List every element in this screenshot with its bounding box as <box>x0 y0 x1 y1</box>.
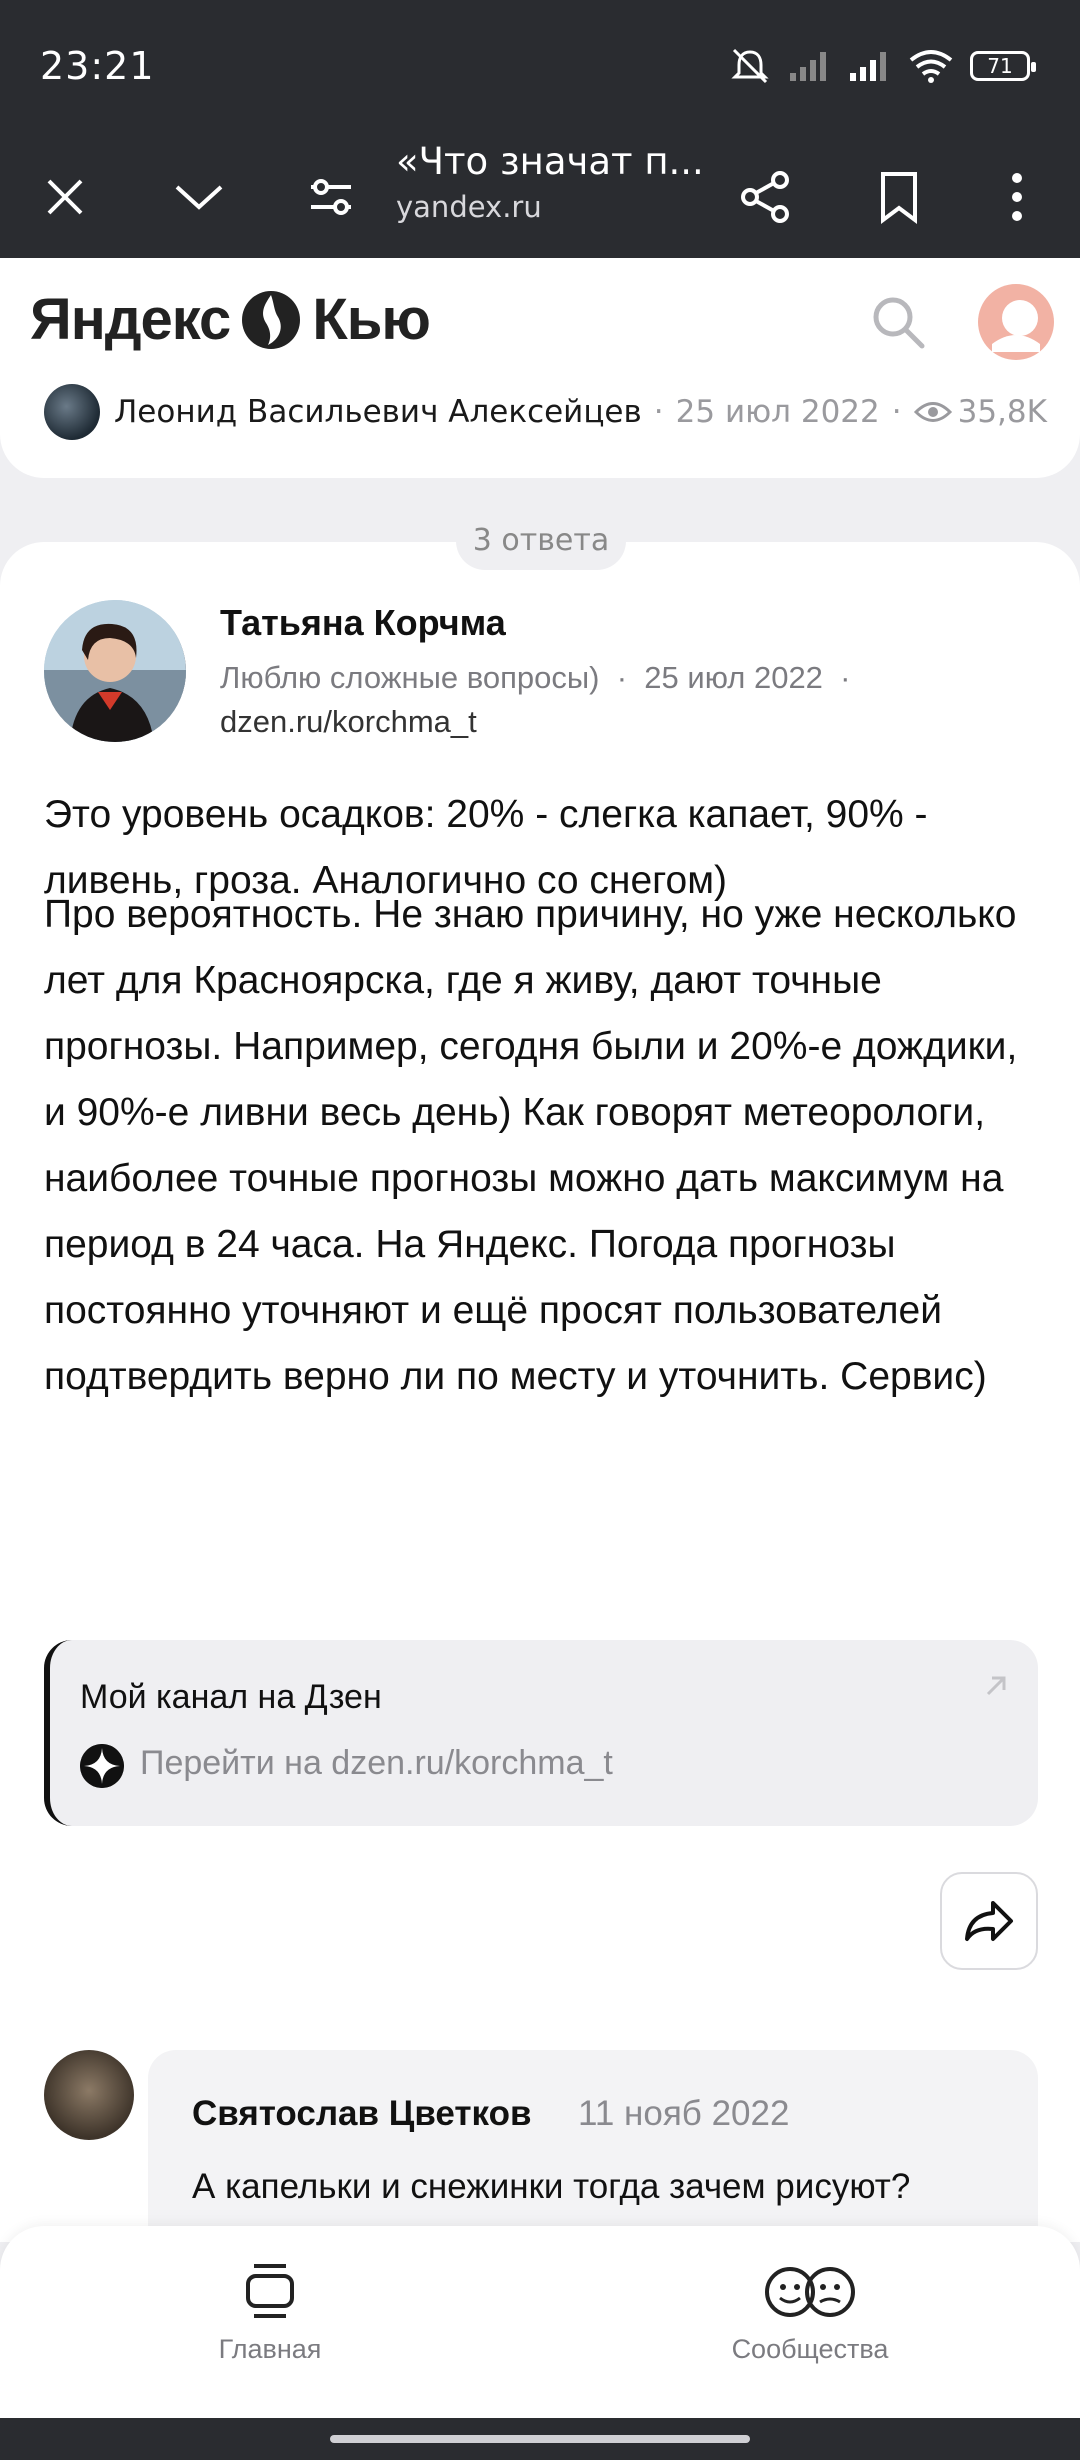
more-icon[interactable] <box>982 162 1052 232</box>
logo-mark-icon <box>242 290 301 349</box>
question-author-avatar[interactable] <box>44 384 100 440</box>
system-navigation-bar <box>0 2418 1080 2460</box>
status-icons: 71 <box>728 46 1036 86</box>
wifi-icon <box>909 50 953 83</box>
page-title[interactable]: «Что значат п... <box>396 140 704 183</box>
search-icon[interactable] <box>868 292 928 352</box>
nav-home[interactable]: Главная <box>120 2262 420 2365</box>
separator-dot: · <box>653 394 664 430</box>
nav-communities-label: Сообщества <box>731 2334 889 2364</box>
status-time: 23:21 <box>40 44 155 88</box>
bottom-navigation: Главная Сообщества <box>0 2226 1080 2418</box>
page-domain[interactable]: yandex.ru <box>396 190 542 224</box>
channel-link-card[interactable]: Мой канал на Дзен Перейти на dzen.ru/kor… <box>44 1640 1038 1826</box>
avatar[interactable] <box>976 282 1056 362</box>
separator-dot: · <box>891 394 902 430</box>
question-author[interactable]: Леонид Васильевич Алексейцев <box>114 394 642 430</box>
nav-communities[interactable]: Сообщества <box>660 2262 960 2365</box>
nav-home-label: Главная <box>218 2334 322 2364</box>
dzen-icon <box>80 1744 124 1788</box>
site-header: Яндекс Кью <box>0 258 1080 388</box>
browser-toolbar: «Что значат п... yandex.ru <box>0 134 1080 258</box>
mute-icon <box>731 48 769 84</box>
answer-author-meta: Люблю сложные вопросы) · 25 июл 2022 · <box>220 660 851 696</box>
signal-icon <box>850 52 886 81</box>
answers-count-badge: 3 ответа <box>456 512 626 570</box>
link-card-url: Перейти на dzen.ru/korchma_t <box>140 1744 613 1782</box>
home-gesture-handle[interactable] <box>330 2435 750 2443</box>
link-card-title: Мой канал на Дзен <box>80 1678 382 1716</box>
eye-icon <box>913 402 952 422</box>
comment-author-avatar[interactable] <box>44 2050 134 2140</box>
answer-date: 25 июл 2022 <box>644 660 823 695</box>
home-icon <box>246 2264 294 2318</box>
comment-author[interactable]: Святослав Цветков <box>192 2094 531 2134</box>
signal-icon <box>790 52 826 81</box>
question-meta: Леонид Васильевич Алексейцев · 25 июл 20… <box>44 384 1047 440</box>
communities-icon <box>765 2267 855 2317</box>
site-settings-icon[interactable] <box>296 162 366 232</box>
logo-text-kyu: Кью <box>312 287 431 352</box>
chevron-down-icon[interactable] <box>164 162 234 232</box>
status-bar: 23:21 71 <box>0 0 1080 134</box>
question-card: Леонид Васильевич Алексейцев · 25 июл 20… <box>0 370 1080 478</box>
view-count: 35,8K <box>957 394 1047 430</box>
answer-card: Татьяна Корчма Люблю сложные вопросы) · … <box>0 542 1080 2270</box>
comment-date: 11 нояб 2022 <box>578 2094 790 2133</box>
answer-author-name[interactable]: Татьяна Корчма <box>220 602 506 644</box>
battery-icon: 71 <box>970 51 1036 81</box>
share-answer-button[interactable] <box>940 1872 1038 1970</box>
answer-paragraph-2: Про вероятность. Не знаю причину, но уже… <box>44 893 1018 1398</box>
question-date: 25 июл 2022 <box>675 394 880 430</box>
external-link-icon <box>986 1676 1006 1696</box>
answer-author-bio: Люблю сложные вопросы) <box>220 660 600 695</box>
comment-text: А капельки и снежинки тогда зачем рисуют… <box>192 2167 911 2206</box>
site-logo[interactable]: Яндекс Кью <box>30 286 431 353</box>
bookmark-icon[interactable] <box>864 162 934 232</box>
share-icon[interactable] <box>730 162 800 232</box>
answer-author-avatar[interactable] <box>44 600 186 742</box>
separator-dot: · <box>831 660 851 695</box>
separator-dot: · <box>608 660 636 695</box>
answer-author-link[interactable]: dzen.ru/korchma_t <box>220 704 477 740</box>
share-arrow-icon <box>965 1901 1013 1941</box>
logo-text-yandex: Яндекс <box>30 287 231 352</box>
close-icon[interactable] <box>30 162 100 232</box>
